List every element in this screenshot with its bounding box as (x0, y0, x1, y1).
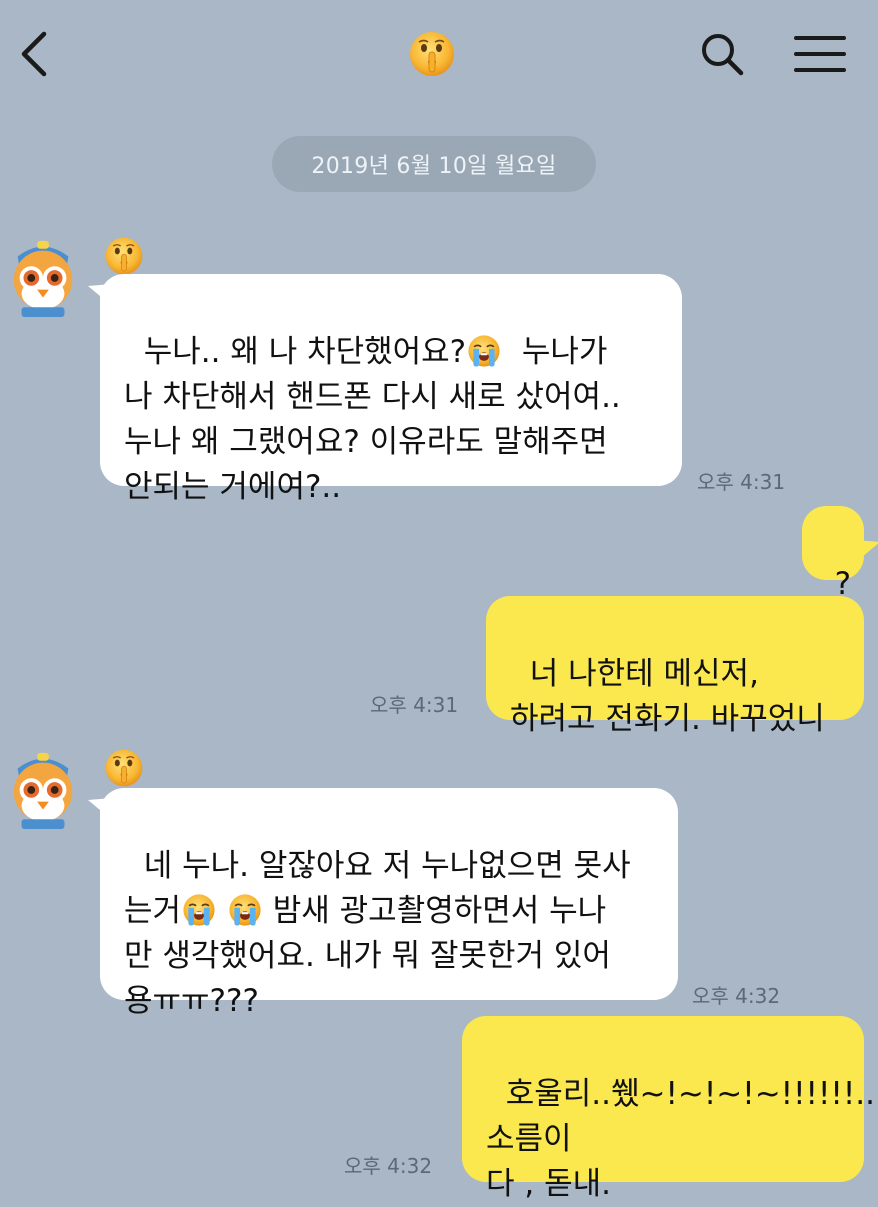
chevron-left-icon (21, 31, 47, 77)
chat-header (0, 0, 878, 110)
incoming-message-bubble[interactable]: 누나.. 왜 나 차단했어요? 누나가 나 차단해서 핸드폰 다시 새로 샀어여… (100, 274, 682, 505)
message-timestamp: 오후 4:31 (370, 693, 459, 717)
sender-avatar[interactable] (4, 234, 82, 318)
loudly-crying-emoji-icon (228, 893, 262, 927)
sender-avatar[interactable] (4, 746, 82, 830)
message-timestamp: 오후 4:32 (344, 1154, 433, 1178)
outgoing-message-bubble[interactable]: 호울리..쒰~!~!~!~!!!!!!... 소름이 다 , 돋내. (462, 1016, 878, 1202)
loudly-crying-emoji-icon (182, 893, 216, 927)
loudly-crying-emoji-icon (467, 334, 501, 368)
date-divider: 2019년 6월 10일 월요일 (272, 136, 596, 192)
outgoing-message-bubble[interactable]: 너 나한테 메신저, 하려고 전화기. 바꾸었니 (486, 596, 864, 737)
shushing-face-emoji-icon (408, 30, 456, 78)
outgoing-message-bubble[interactable]: ? (802, 506, 864, 602)
menu-button[interactable] (790, 28, 850, 80)
message-text: 호울리..쒰~!~!~!~!!!!!!... 소름이 다 , 돋내. (486, 1076, 878, 1202)
date-divider-text: 2019년 6월 10일 월요일 (311, 154, 557, 179)
message-text: 너 나한테 메신저, 하려고 전화기. 바꾸었니 (510, 656, 825, 737)
message-text: 누나.. 왜 나 차단했어요? (143, 334, 467, 370)
sender-name-emoji-icon (104, 236, 144, 276)
hamburger-menu-icon (794, 36, 846, 72)
message-timestamp: 오후 4:31 (697, 470, 786, 494)
search-button[interactable] (696, 28, 748, 80)
sender-name-emoji-icon (104, 748, 144, 788)
search-icon (702, 34, 744, 76)
message-timestamp: 오후 4:32 (692, 984, 781, 1008)
back-button[interactable] (8, 22, 60, 86)
incoming-message-bubble[interactable]: 네 누나. 알잖아요 저 누나없으면 못사 는거 밤새 광고촬영하면서 누나 만… (100, 788, 678, 1019)
